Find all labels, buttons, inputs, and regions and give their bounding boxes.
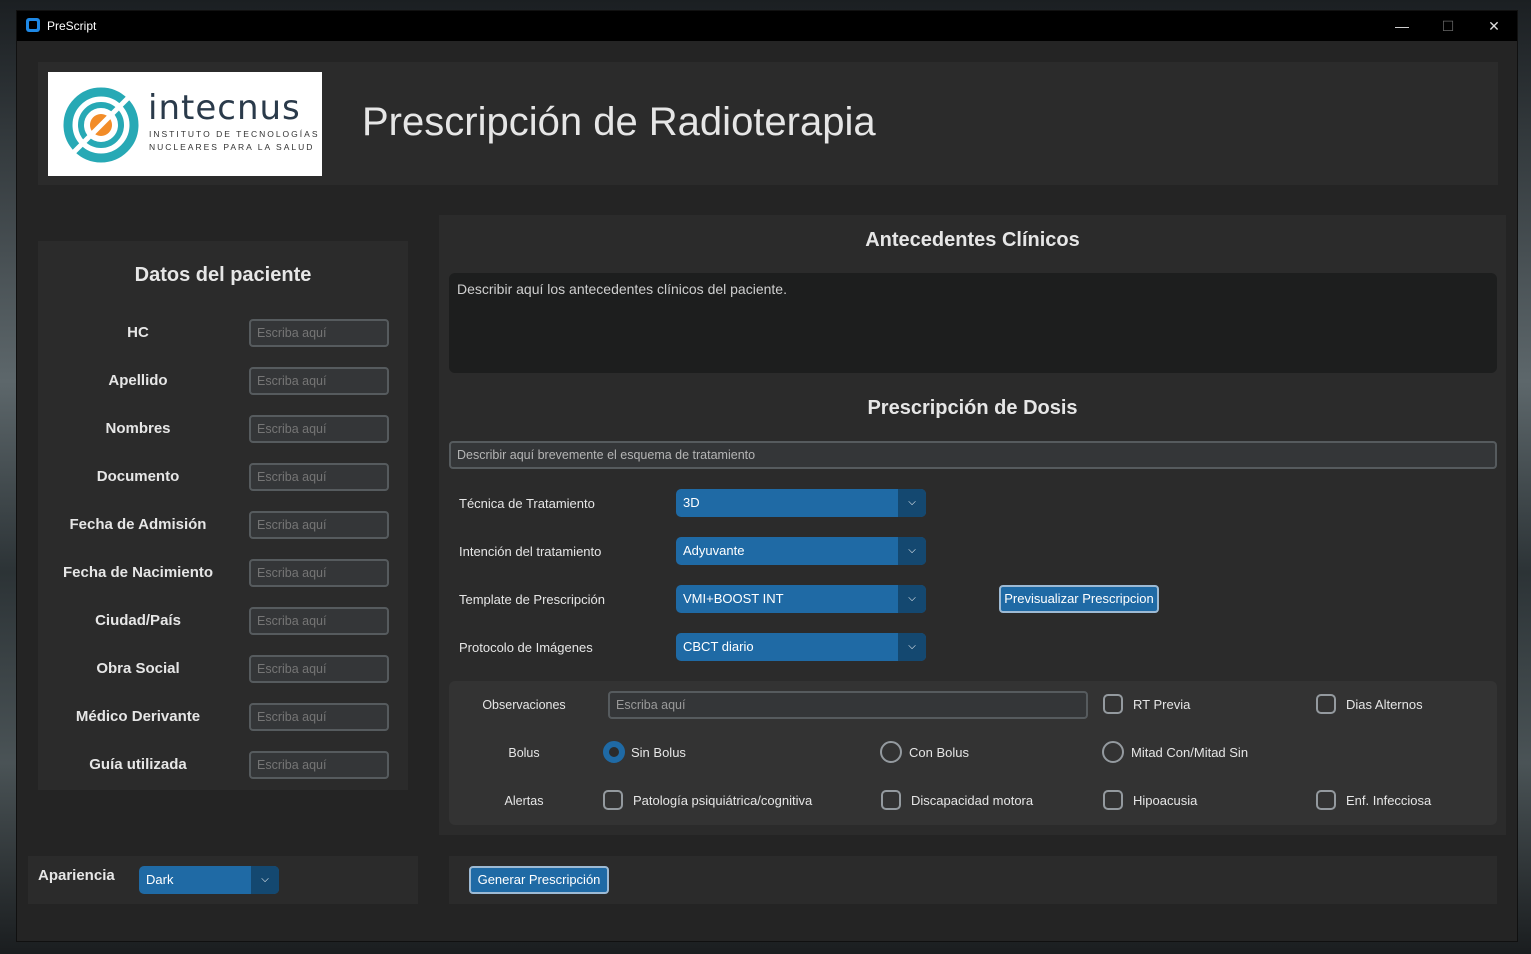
rt-previa-checkbox[interactable] xyxy=(1103,694,1123,714)
dias-alternos-checkbox[interactable] xyxy=(1316,694,1336,714)
template-combobox[interactable]: VMI+BOOST INT ⌵ xyxy=(676,585,926,613)
imaging-value: CBCT diario xyxy=(683,639,754,654)
field-label: Nombres xyxy=(105,420,171,437)
field-label: Médico Derivante xyxy=(75,708,201,725)
logo-subtitle-line1: INSTITUTO DE TECNOLOGÍAS xyxy=(149,129,320,139)
con-bolus-label: Con Bolus xyxy=(909,745,969,760)
field-label: Ciudad/País xyxy=(95,612,181,629)
ciudad-pais-input[interactable] xyxy=(249,607,389,635)
con-bolus-radio[interactable] xyxy=(880,741,902,763)
chevron-down-icon[interactable]: ⌵ xyxy=(898,585,926,613)
dose-title: Prescripción de Dosis xyxy=(867,397,1078,419)
appearance-panel: Apariencia Dark ⌵ xyxy=(28,856,418,904)
title-bar: PreScript — ☐ ✕ xyxy=(17,11,1517,41)
technique-value: 3D xyxy=(683,495,700,510)
bolus-label: Bolus xyxy=(508,746,540,760)
patient-panel-title: Datos del paciente xyxy=(134,264,312,286)
app-window: PreScript — ☐ ✕ intecnus INSTITUTO DE TE… xyxy=(16,10,1518,942)
discapacidad-checkbox[interactable] xyxy=(881,790,901,810)
field-label: Obra Social xyxy=(96,660,180,677)
mitad-bolus-label: Mitad Con/Mitad Sin xyxy=(1131,745,1249,760)
main-panel: Antecedentes Clínicos Describir aquí los… xyxy=(439,215,1506,835)
options-panel: Observaciones Escriba aquí RT Previa Dia… xyxy=(449,681,1497,825)
appearance-value: Dark xyxy=(146,872,174,887)
appearance-label: Apariencia xyxy=(38,867,115,884)
documento-input[interactable] xyxy=(249,463,389,491)
chevron-down-icon[interactable]: ⌵ xyxy=(898,489,926,517)
fecha-admision-input[interactable] xyxy=(249,511,389,539)
field-label: Documento xyxy=(96,468,180,485)
clinical-history-textbox[interactable]: Describir aquí los antecedentes clínicos… xyxy=(449,273,1497,373)
discapacidad-label: Discapacidad motora xyxy=(911,793,1034,808)
logo-subtitle: INSTITUTO DE TECNOLOGÍAS NUCLEARES PARA … xyxy=(149,128,319,154)
field-row-guia-utilizada: Guía utilizada xyxy=(38,751,408,779)
template-label: Template de Prescripción xyxy=(459,592,605,607)
hipoacusia-label: Hipoacusia xyxy=(1133,793,1198,808)
field-label: Guía utilizada xyxy=(89,756,187,773)
intent-label: Intención del tratamiento xyxy=(459,544,602,559)
nombres-input[interactable] xyxy=(249,415,389,443)
treatment-scheme-input[interactable]: Describir aquí brevemente el esquema de … xyxy=(449,441,1497,469)
minimize-button[interactable]: — xyxy=(1379,11,1425,41)
medico-derivante-input[interactable] xyxy=(249,703,389,731)
field-row-apellido: Apellido xyxy=(38,367,408,395)
fecha-nacimiento-input[interactable] xyxy=(249,559,389,587)
field-label: Fecha de Admisión xyxy=(69,516,207,533)
dias-alternos-label: Dias Alternos xyxy=(1346,697,1423,712)
observaciones-label: Observaciones xyxy=(482,698,566,712)
enf-infecciosa-label: Enf. Infecciosa xyxy=(1346,793,1432,808)
field-row-medico-derivante: Médico Derivante xyxy=(38,703,408,731)
logo-subtitle-line2: NUCLEARES PARA LA SALUD xyxy=(149,142,315,152)
field-row-nombres: Nombres xyxy=(38,415,408,443)
field-label: Apellido xyxy=(108,372,168,389)
enf-infecciosa-checkbox[interactable] xyxy=(1316,790,1336,810)
technique-combobox[interactable]: 3D ⌵ xyxy=(676,489,926,517)
generate-prescription-button[interactable]: Generar Prescripción xyxy=(469,866,609,894)
logo-wordmark: intecnus xyxy=(148,88,301,128)
hipoacusia-checkbox[interactable] xyxy=(1103,790,1123,810)
field-label: Fecha de Nacimiento xyxy=(62,564,214,581)
imaging-combobox[interactable]: CBCT diario ⌵ xyxy=(676,633,926,661)
footer-panel: Generar Prescripción xyxy=(449,856,1497,904)
chevron-down-icon[interactable]: ⌵ xyxy=(251,866,279,894)
field-row-documento: Documento xyxy=(38,463,408,491)
patient-panel: Datos del paciente HC Apellido Nombres D… xyxy=(38,241,408,790)
field-row-obra-social: Obra Social xyxy=(38,655,408,683)
intecnus-logo-icon xyxy=(63,87,139,163)
field-row-ciudad-pais: Ciudad/País xyxy=(38,607,408,635)
intecnus-logo: intecnus INSTITUTO DE TECNOLOGÍAS NUCLEA… xyxy=(48,72,322,176)
obra-social-input[interactable] xyxy=(249,655,389,683)
sin-bolus-radio[interactable] xyxy=(603,741,625,763)
rt-previa-label: RT Previa xyxy=(1133,697,1191,712)
guia-utilizada-input[interactable] xyxy=(249,751,389,779)
apellido-input[interactable] xyxy=(249,367,389,395)
preview-prescription-button[interactable]: Previsualizar Prescripcion xyxy=(999,585,1159,613)
intent-combobox[interactable]: Adyuvante ⌵ xyxy=(676,537,926,565)
patologia-label: Patología psiquiátrica/cognitiva xyxy=(633,793,813,808)
template-value: VMI+BOOST INT xyxy=(683,591,784,606)
imaging-label: Protocolo de Imágenes xyxy=(459,640,593,655)
field-row-fecha-nacimiento: Fecha de Nacimiento xyxy=(38,559,408,587)
sin-bolus-label: Sin Bolus xyxy=(631,745,686,760)
chevron-down-icon[interactable]: ⌵ xyxy=(898,633,926,661)
hc-input[interactable] xyxy=(249,319,389,347)
alertas-label: Alertas xyxy=(504,794,544,808)
window-title: PreScript xyxy=(47,19,97,33)
patologia-checkbox[interactable] xyxy=(603,790,623,810)
field-row-hc: HC xyxy=(38,319,408,347)
page-title: Prescripción de Radioterapia xyxy=(362,100,876,144)
close-button[interactable]: ✕ xyxy=(1471,11,1517,41)
header-panel: intecnus INSTITUTO DE TECNOLOGÍAS NUCLEA… xyxy=(38,62,1498,185)
app-icon xyxy=(26,18,40,32)
field-row-fecha-admision: Fecha de Admisión xyxy=(38,511,408,539)
field-label: HC xyxy=(127,324,149,341)
observaciones-input[interactable]: Escriba aquí xyxy=(608,691,1088,719)
clinical-title: Antecedentes Clínicos xyxy=(865,229,1080,251)
appearance-combobox[interactable]: Dark ⌵ xyxy=(139,866,279,894)
chevron-down-icon[interactable]: ⌵ xyxy=(898,537,926,565)
mitad-bolus-radio[interactable] xyxy=(1102,741,1124,763)
maximize-button[interactable]: ☐ xyxy=(1425,11,1471,41)
intent-value: Adyuvante xyxy=(683,543,745,558)
technique-label: Técnica de Tratamiento xyxy=(459,496,595,511)
